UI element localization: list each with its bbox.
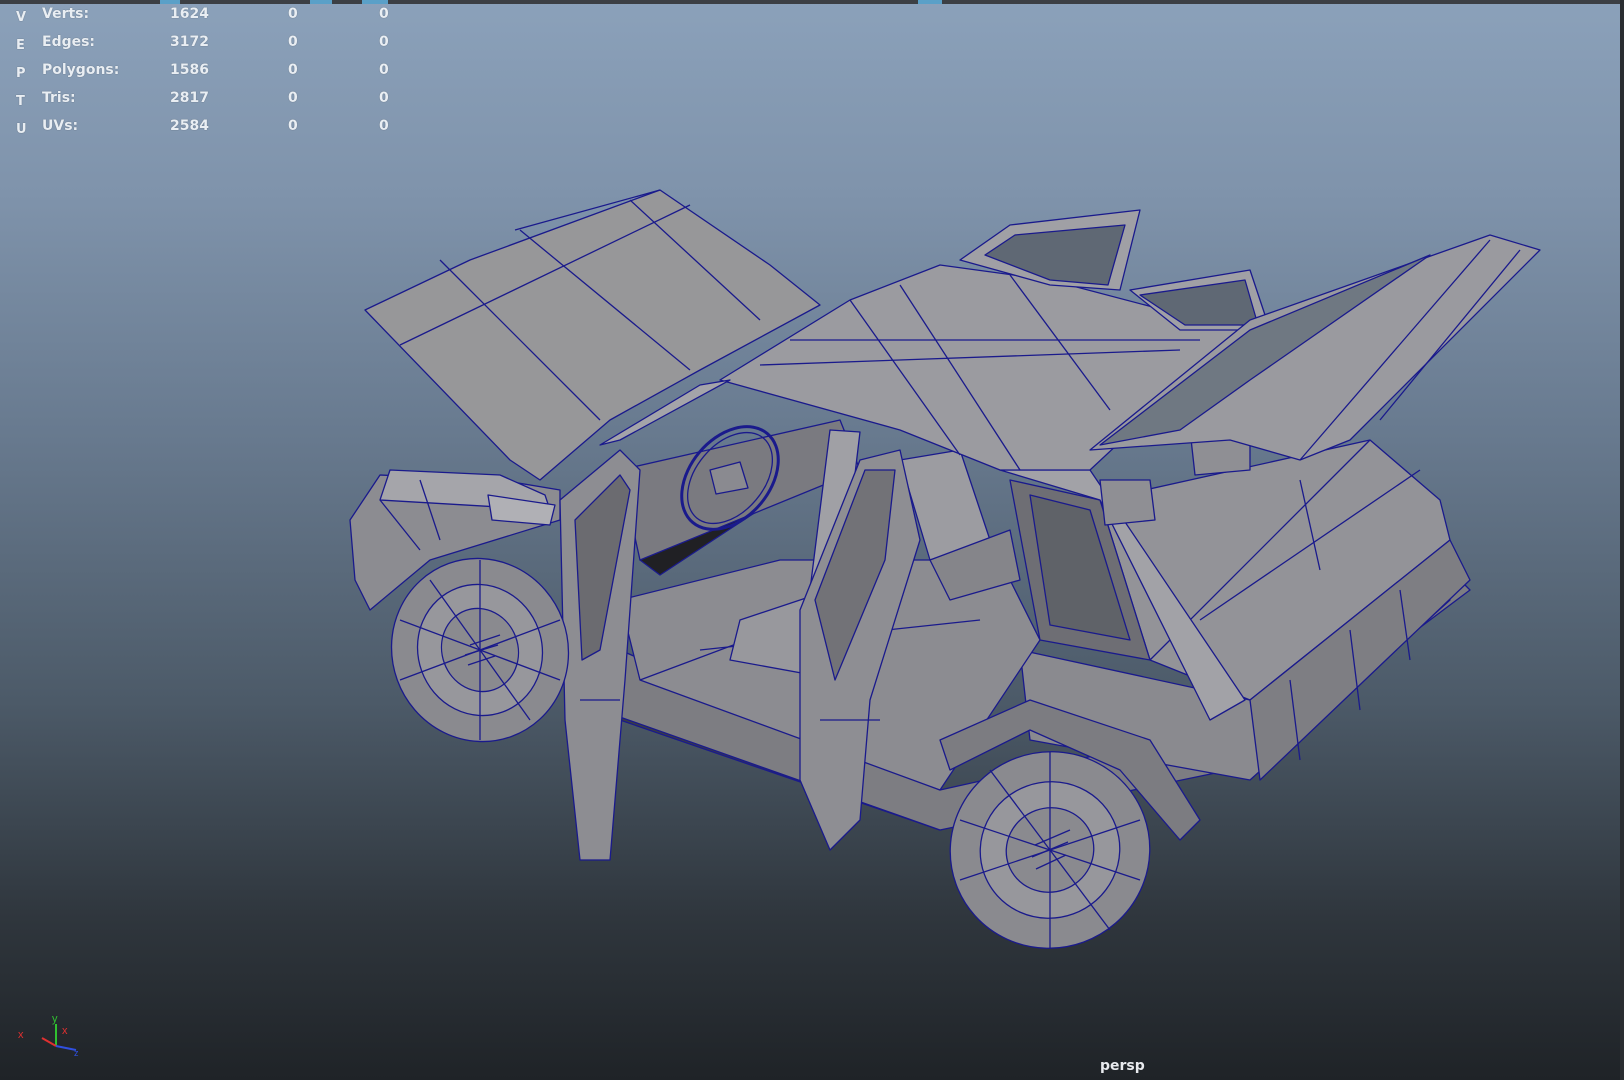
hud-component: 0 <box>379 62 389 78</box>
hud-row-uvs: U UVs: 2584 0 0 <box>14 118 394 146</box>
axis-y-label: y <box>52 1013 58 1025</box>
axis-x-line <box>41 1037 57 1047</box>
axis-gizmo-icon: y x x z <box>18 1013 79 1058</box>
hud-selected: 0 <box>288 90 298 106</box>
hud-selected: 0 <box>288 34 298 50</box>
hud-component: 0 <box>379 34 389 50</box>
hud-component: 0 <box>379 6 389 22</box>
axis-x-label-secondary: x <box>62 1025 68 1037</box>
hud-key: P <box>16 66 26 81</box>
hud-total: 2817 <box>170 90 209 106</box>
car-rear-seat <box>1099 479 1156 526</box>
hud-row-polygons: P Polygons: 1586 0 0 <box>14 62 394 90</box>
hud-label: Edges: <box>42 34 96 50</box>
3d-viewport[interactable] <box>0 0 1624 1080</box>
hud-label: Tris: <box>42 90 76 106</box>
car-mesh[interactable] <box>349 189 1541 976</box>
axis-z-label: z <box>74 1048 79 1058</box>
hud-key: V <box>16 10 27 25</box>
hud-label: Verts: <box>42 6 90 22</box>
car-hood-open <box>364 189 821 481</box>
hud-selected: 0 <box>288 6 298 22</box>
hud-total: 3172 <box>170 34 209 50</box>
poly-count-hud: V Verts: 1624 0 0 E Edges: 3172 0 0 P Po… <box>14 6 394 146</box>
camera-label: persp <box>1100 1058 1145 1074</box>
hud-selected: 0 <box>288 62 298 78</box>
axis-x-label: x <box>18 1029 24 1041</box>
hud-key: E <box>16 38 25 53</box>
hud-row-verts: V Verts: 1624 0 0 <box>14 6 394 34</box>
hud-selected: 0 <box>288 118 298 134</box>
hud-label: UVs: <box>42 118 79 134</box>
hud-row-edges: E Edges: 3172 0 0 <box>14 34 394 62</box>
hud-total: 1624 <box>170 6 209 22</box>
hud-total: 2584 <box>170 118 209 134</box>
hud-component: 0 <box>379 90 389 106</box>
hud-label: Polygons: <box>42 62 120 78</box>
hud-key: U <box>16 122 27 137</box>
hud-component: 0 <box>379 118 389 134</box>
hud-key: T <box>16 94 25 109</box>
hud-row-tris: T Tris: 2817 0 0 <box>14 90 394 118</box>
axis-z-line <box>55 1045 77 1051</box>
hud-total: 1586 <box>170 62 209 78</box>
